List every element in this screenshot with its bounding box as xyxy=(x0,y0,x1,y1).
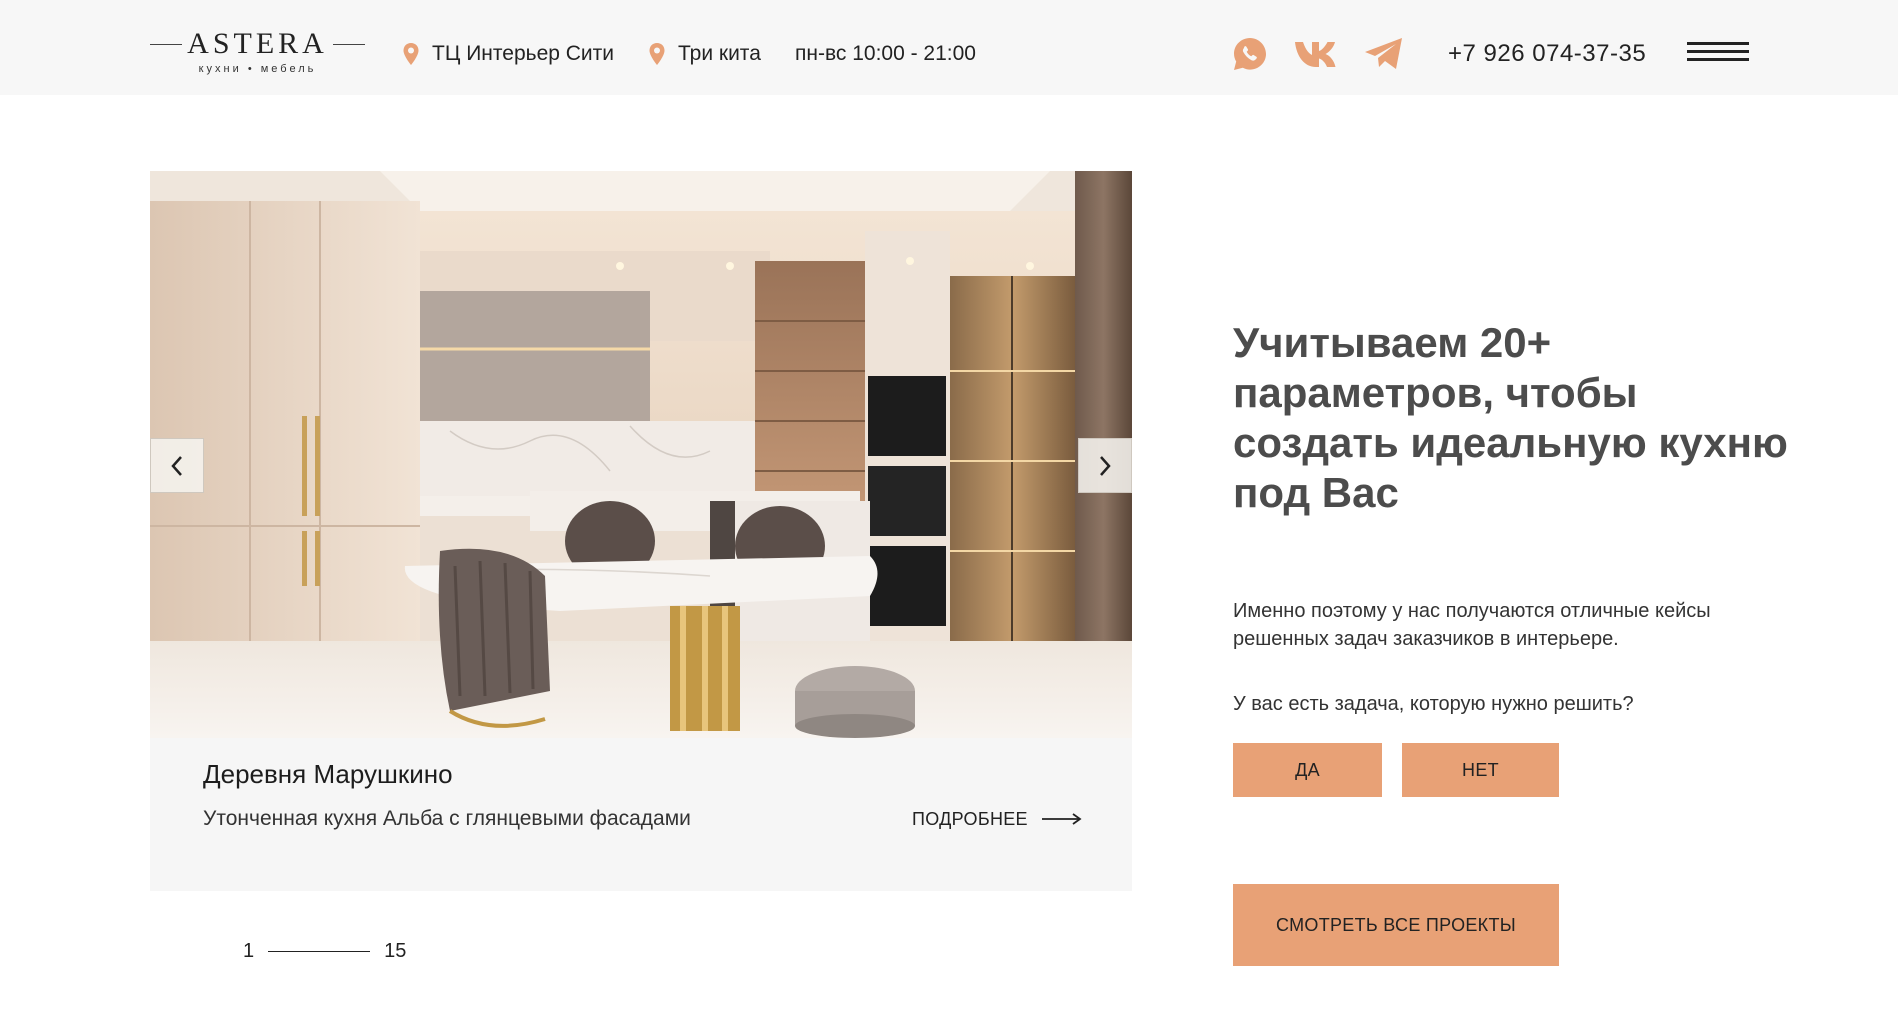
promo-question: У вас есть задача, которую нужно решить? xyxy=(1233,693,1634,715)
slider-next-button[interactable] xyxy=(1078,438,1132,493)
slider-pagination: 1 15 xyxy=(243,938,406,964)
location-interior-city[interactable]: ТЦ Интерьер Сити xyxy=(402,40,614,68)
kitchen-photo-illustration xyxy=(150,171,1132,738)
map-pin-icon xyxy=(649,43,665,65)
more-details-link[interactable]: ПОДРОБНЕЕ xyxy=(912,806,1082,832)
site-header: ASTERA кухни • мебель ТЦ Интерьер Сити Т… xyxy=(0,0,1898,95)
total-slides-number: 15 xyxy=(384,940,407,962)
logo-tagline: кухни • мебель xyxy=(198,63,317,75)
logo-wordmark: ASTERA xyxy=(187,27,328,60)
map-pin-icon xyxy=(403,43,419,65)
phone-number[interactable]: +7 926 074-37-35 xyxy=(1448,40,1646,68)
no-button[interactable]: НЕТ xyxy=(1402,743,1559,797)
slide-caption: Деревня Марушкино Утонченная кухня Альба… xyxy=(150,738,1132,891)
promo-headline: Учитываем 20+ параметров, чтобы создать … xyxy=(1233,319,1788,516)
current-slide-number: 1 xyxy=(243,940,255,962)
project-description: Утонченная кухня Альба с глянцевыми фаса… xyxy=(203,807,691,830)
promo-paragraph: Именно поэтому у нас получаются отличные… xyxy=(1233,600,1711,650)
pagination-bar xyxy=(268,950,371,952)
yes-button[interactable]: ДА xyxy=(1233,743,1382,797)
chevron-right-icon xyxy=(1100,455,1111,476)
arrow-right-icon xyxy=(1041,813,1082,825)
location-label: ТЦ Интерьер Сити xyxy=(432,42,615,65)
telegram-link[interactable] xyxy=(1362,34,1406,74)
vk-icon xyxy=(1295,42,1336,67)
vk-link[interactable] xyxy=(1294,34,1342,74)
more-details-label: ПОДРОБНЕЕ xyxy=(912,809,1028,829)
opening-hours: пн-вс 10:00 - 21:00 xyxy=(795,42,976,65)
astera-logo[interactable]: ASTERA кухни • мебель xyxy=(150,28,365,78)
view-all-projects-button[interactable]: СМОТРЕТЬ ВСЕ ПРОЕКТЫ xyxy=(1233,884,1559,966)
location-tri-kita[interactable]: Три кита xyxy=(648,40,761,68)
slider-prev-button[interactable] xyxy=(150,438,204,493)
whatsapp-link[interactable] xyxy=(1230,34,1270,74)
project-title: Деревня Марушкино xyxy=(203,759,453,789)
telegram-icon xyxy=(1365,38,1402,69)
whatsapp-icon xyxy=(1234,38,1266,70)
chevron-left-icon xyxy=(171,455,182,476)
project-photo xyxy=(150,171,1132,738)
hamburger-menu-icon[interactable] xyxy=(1687,42,1749,66)
location-label: Три кита xyxy=(678,42,761,65)
